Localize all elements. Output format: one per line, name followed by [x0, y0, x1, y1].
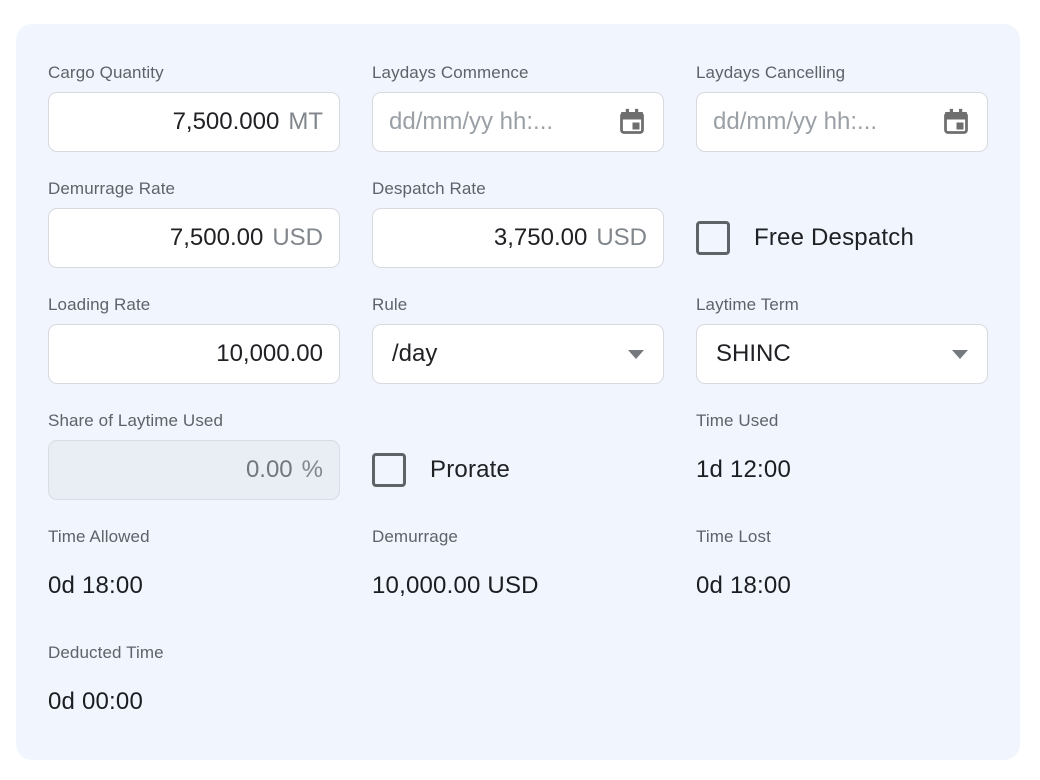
laydays-commence-input[interactable]	[389, 108, 609, 136]
field-time-allowed: Time Allowed 0d 18:00	[48, 526, 340, 616]
laydays-cancelling-box	[696, 92, 988, 152]
field-demurrage-rate: Demurrage Rate USD	[48, 178, 340, 268]
share-of-laytime-used-label: Share of Laytime Used	[48, 410, 340, 432]
field-loading-rate: Loading Rate	[48, 294, 340, 384]
share-of-laytime-used-unit: %	[302, 456, 323, 484]
laydays-commence-datepicker-button[interactable]	[617, 107, 647, 137]
laytime-term-label: Laytime Term	[696, 294, 988, 316]
time-used-label: Time Used	[696, 410, 988, 432]
field-laydays-cancelling: Laydays Cancelling	[696, 62, 988, 152]
laydays-commence-box	[372, 92, 664, 152]
deducted-time-label: Deducted Time	[48, 642, 340, 664]
despatch-rate-box: USD	[372, 208, 664, 268]
despatch-rate-currency: USD	[596, 224, 647, 252]
despatch-rate-label: Despatch Rate	[372, 178, 664, 200]
rule-select[interactable]: /day	[372, 324, 664, 384]
prorate-checkbox[interactable]	[372, 453, 406, 487]
time-lost-value: 0d 18:00	[696, 572, 791, 600]
cargo-quantity-label: Cargo Quantity	[48, 62, 340, 84]
share-of-laytime-used-value: 0.00	[246, 456, 293, 484]
loading-rate-input[interactable]	[65, 340, 323, 368]
demurrage-rate-currency: USD	[272, 224, 323, 252]
field-time-lost: Time Lost 0d 18:00	[696, 526, 988, 616]
deducted-time-value: 0d 00:00	[48, 688, 143, 716]
field-deducted-time: Deducted Time 0d 00:00	[48, 642, 340, 732]
prorate-label: Prorate	[430, 456, 510, 484]
calendar-icon	[617, 107, 647, 137]
field-demurrage: Demurrage 10,000.00 USD	[372, 526, 664, 616]
demurrage-value: 10,000.00 USD	[372, 572, 539, 600]
demurrage-rate-box: USD	[48, 208, 340, 268]
field-despatch-rate: Despatch Rate USD	[372, 178, 664, 268]
despatch-rate-input[interactable]	[389, 224, 587, 252]
field-laydays-commence: Laydays Commence	[372, 62, 664, 152]
loading-rate-label: Loading Rate	[48, 294, 340, 316]
share-of-laytime-used-input: 0.00 %	[48, 440, 340, 500]
loading-rate-box	[48, 324, 340, 384]
form-grid: Cargo Quantity MT Laydays Commence	[48, 62, 988, 732]
field-share-of-laytime-used: Share of Laytime Used 0.00 %	[48, 410, 340, 500]
dropdown-arrow-icon	[628, 350, 644, 359]
laydays-cancelling-label: Laydays Cancelling	[696, 62, 988, 84]
laytime-calculation-panel: Cargo Quantity MT Laydays Commence	[16, 24, 1020, 760]
rule-selected-value: /day	[389, 340, 437, 368]
laydays-cancelling-datepicker-button[interactable]	[941, 107, 971, 137]
demurrage-label: Demurrage	[372, 526, 664, 548]
calendar-icon	[941, 107, 971, 137]
laydays-commence-label: Laydays Commence	[372, 62, 664, 84]
time-lost-label: Time Lost	[696, 526, 988, 548]
field-rule: Rule /day	[372, 294, 664, 384]
time-allowed-value: 0d 18:00	[48, 572, 143, 600]
cargo-quantity-input[interactable]	[65, 108, 279, 136]
time-allowed-label: Time Allowed	[48, 526, 340, 548]
free-despatch-checkbox[interactable]	[696, 221, 730, 255]
cargo-quantity-unit: MT	[288, 108, 323, 136]
time-used-value: 1d 12:00	[696, 456, 791, 484]
rule-label: Rule	[372, 294, 664, 316]
laydays-cancelling-input[interactable]	[713, 108, 933, 136]
field-laytime-term: Laytime Term SHINC	[696, 294, 988, 384]
laytime-term-selected-value: SHINC	[713, 340, 791, 368]
field-time-used: Time Used 1d 12:00	[696, 410, 988, 500]
dropdown-arrow-icon	[952, 350, 968, 359]
field-free-despatch: Free Despatch	[696, 178, 988, 268]
demurrage-rate-label: Demurrage Rate	[48, 178, 340, 200]
cargo-quantity-box: MT	[48, 92, 340, 152]
demurrage-rate-input[interactable]	[65, 224, 263, 252]
laytime-term-select[interactable]: SHINC	[696, 324, 988, 384]
free-despatch-label: Free Despatch	[754, 224, 914, 252]
field-cargo-quantity: Cargo Quantity MT	[48, 62, 340, 152]
field-prorate: Prorate	[372, 410, 664, 500]
